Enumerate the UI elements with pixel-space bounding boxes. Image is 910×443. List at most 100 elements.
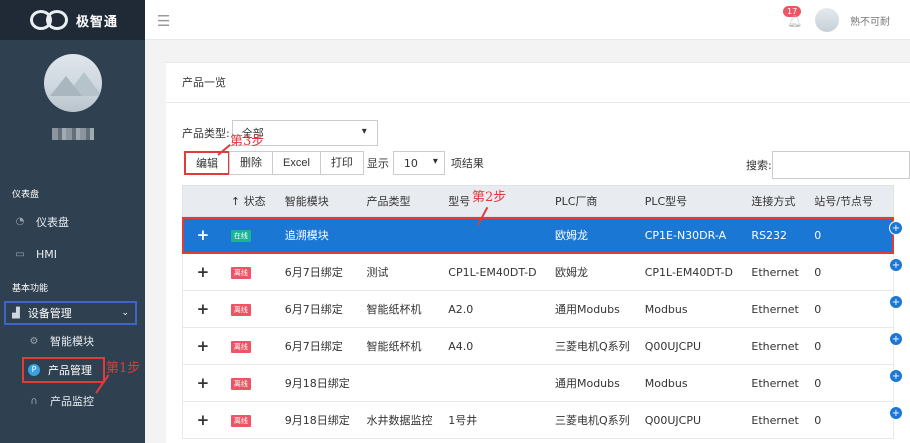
- header-status[interactable]: ↑ 状态: [223, 193, 285, 209]
- header-node[interactable]: 站号/节点号: [814, 193, 893, 209]
- model-cell: A2.0: [448, 302, 474, 316]
- expand-toggle[interactable]: +: [183, 374, 223, 392]
- sidebar-item-hmi[interactable]: ▭ HMI: [0, 238, 145, 271]
- header-module[interactable]: 智能模块: [285, 193, 367, 209]
- excel-button[interactable]: Excel: [272, 151, 321, 175]
- annotation-step1: 第1步: [106, 361, 141, 376]
- gears-icon: ⚙: [29, 335, 39, 347]
- status-cell: 离线: [223, 302, 285, 316]
- node-cell: 0: [814, 413, 822, 427]
- result-label: 项结果: [450, 157, 484, 170]
- node-cell: 0: [814, 302, 822, 316]
- plc-cell: Q00UJCPU: [644, 339, 702, 353]
- header-type[interactable]: 产品类型: [367, 193, 449, 209]
- type-cell: 水井数据监控: [366, 414, 433, 427]
- logo-text: 极智通: [76, 14, 119, 30]
- module-cell: 9月18日绑定: [284, 377, 350, 390]
- monitor-icon: ▭: [15, 249, 25, 260]
- status-cell: 离线: [223, 413, 285, 427]
- status-cell: 在线: [223, 228, 285, 242]
- avatar[interactable]: [43, 54, 102, 112]
- plc-cell: Q00UJCPU: [644, 413, 702, 427]
- conn-cell: Ethernet: [751, 413, 799, 427]
- annotation-step2: 第2步: [472, 190, 507, 205]
- model-cell: CP1L-EM40DT-D: [448, 265, 537, 279]
- table-row[interactable]: + 离线 9月18日绑定 水井数据监控 1号井 三菱电机Q系列 Q00UJCPU Ethern…: [182, 402, 903, 439]
- binoculars-icon: ∩: [30, 395, 38, 407]
- table-row[interactable]: + 在线 追溯模块 欧姆龙 CP1E-N30DR-A RS232 0 +: [182, 217, 903, 254]
- annotation-step3: 第3步: [230, 134, 265, 149]
- expand-toggle[interactable]: +: [183, 411, 223, 429]
- section-basic: 基本功能: [12, 284, 49, 294]
- product-icon: P: [28, 364, 40, 376]
- infinity-logo-icon: [30, 8, 70, 32]
- expand-toggle[interactable]: +: [183, 226, 223, 244]
- gauge-icon: ◔: [15, 216, 25, 227]
- expand-toggle[interactable]: +: [183, 263, 223, 281]
- status-badge: 离线: [230, 378, 251, 390]
- type-cell: 测试: [366, 266, 389, 279]
- delete-button[interactable]: 删除: [229, 151, 273, 175]
- row-action-plus-icon[interactable]: +: [889, 258, 903, 272]
- expand-toggle[interactable]: +: [183, 300, 223, 318]
- row-action-plus-icon[interactable]: +: [889, 369, 903, 383]
- conn-cell: Ethernet: [751, 376, 799, 390]
- sidebar-group-label: 设备管理: [27, 307, 72, 320]
- menu-toggle-icon[interactable]: ☰: [157, 12, 170, 30]
- bell-icon[interactable]: 🔔︎: [787, 14, 802, 28]
- edit-button[interactable]: 编辑: [184, 151, 230, 175]
- conn-cell: Ethernet: [751, 302, 799, 316]
- table-row[interactable]: + 离线 6月7日绑定 测试 CP1L-EM40DT-D 欧姆龙 CP1L-EM40DT-D…: [182, 254, 903, 291]
- sidebar-item-label: 仪表盘: [36, 215, 69, 229]
- section-dashboard: 仪表盘: [12, 190, 40, 200]
- print-button[interactable]: 打印: [319, 151, 364, 175]
- sidebar-group-device-management[interactable]: ▟ 设备管理 ⌄: [4, 301, 137, 325]
- status-badge: 离线: [230, 415, 251, 427]
- table-row[interactable]: + 离线 6月7日绑定 智能纸杯机 A4.0 三菱电机Q系列 Q00UJCPU Etherne…: [182, 328, 903, 365]
- show-label: 显示: [366, 157, 389, 170]
- status-cell: 离线: [223, 265, 285, 279]
- conn-cell: Ethernet: [751, 339, 799, 353]
- row-action-plus-icon[interactable]: +: [889, 406, 903, 420]
- type-cell: 智能纸杯机: [366, 340, 422, 353]
- status-badge: 离线: [230, 341, 251, 353]
- row-action-plus-icon[interactable]: +: [889, 295, 903, 309]
- chevron-down-icon: ▾: [361, 126, 367, 137]
- plc-cell: CP1E-N30DR-A: [644, 228, 727, 242]
- user-name[interactable]: 熟不可耐: [850, 13, 890, 28]
- vendor-cell: 三菱电机Q系列: [554, 340, 630, 353]
- expand-toggle[interactable]: +: [183, 337, 223, 355]
- node-cell: 0: [814, 228, 822, 242]
- conn-cell: RS232: [751, 228, 788, 242]
- status-badge: 在线: [230, 230, 251, 242]
- page-length-value: 10: [403, 156, 418, 170]
- status-badge: 离线: [230, 267, 251, 279]
- header-vendor[interactable]: PLC厂商: [555, 193, 645, 209]
- product-list-panel: 产品一览 产品类型: 全部 ▾ 编辑 删除 Excel 打印 显示 10 ▾ 项…: [166, 62, 910, 443]
- sidebar-item-product-monitor[interactable]: ∩ 产品监控: [0, 385, 145, 417]
- status-badge: 离线: [230, 304, 251, 316]
- module-cell: 6月7日绑定: [284, 340, 343, 353]
- vendor-cell: 三菱电机Q系列: [554, 414, 630, 427]
- filter-label: 产品类型:: [182, 127, 230, 140]
- table-row[interactable]: + 离线 9月18日绑定 通用Modubs Modbus Ethernet 0 +: [182, 365, 903, 402]
- sidebar-item-smart-module[interactable]: ⚙ 智能模块: [0, 325, 145, 357]
- row-action-plus-icon[interactable]: +: [889, 332, 903, 346]
- header-plc[interactable]: PLC型号: [645, 193, 752, 209]
- user-avatar[interactable]: [815, 8, 839, 32]
- vendor-cell: 通用Modubs: [554, 377, 620, 390]
- node-cell: 0: [814, 339, 822, 353]
- sidebar-item-label: 产品监控: [50, 395, 94, 408]
- plc-cell: Modbus: [644, 376, 688, 390]
- sidebar-item-dashboard[interactable]: ◔ 仪表盘: [0, 205, 145, 238]
- sidebar-item-product-management[interactable]: P 产品管理: [22, 357, 105, 383]
- page-length-select[interactable]: 10 ▾: [392, 151, 445, 175]
- header-conn[interactable]: 连接方式: [751, 193, 814, 209]
- table-row[interactable]: + 离线 6月7日绑定 智能纸杯机 A2.0 通用Modubs Modbus Ethernet…: [182, 291, 903, 328]
- logo[interactable]: 极智通: [0, 0, 145, 40]
- search-input[interactable]: [771, 151, 910, 179]
- vendor-cell: 通用Modubs: [554, 303, 620, 316]
- module-cell: 追溯模块: [284, 229, 329, 242]
- row-action-plus-icon[interactable]: +: [889, 221, 903, 235]
- plc-cell: CP1L-EM40DT-D: [644, 265, 733, 279]
